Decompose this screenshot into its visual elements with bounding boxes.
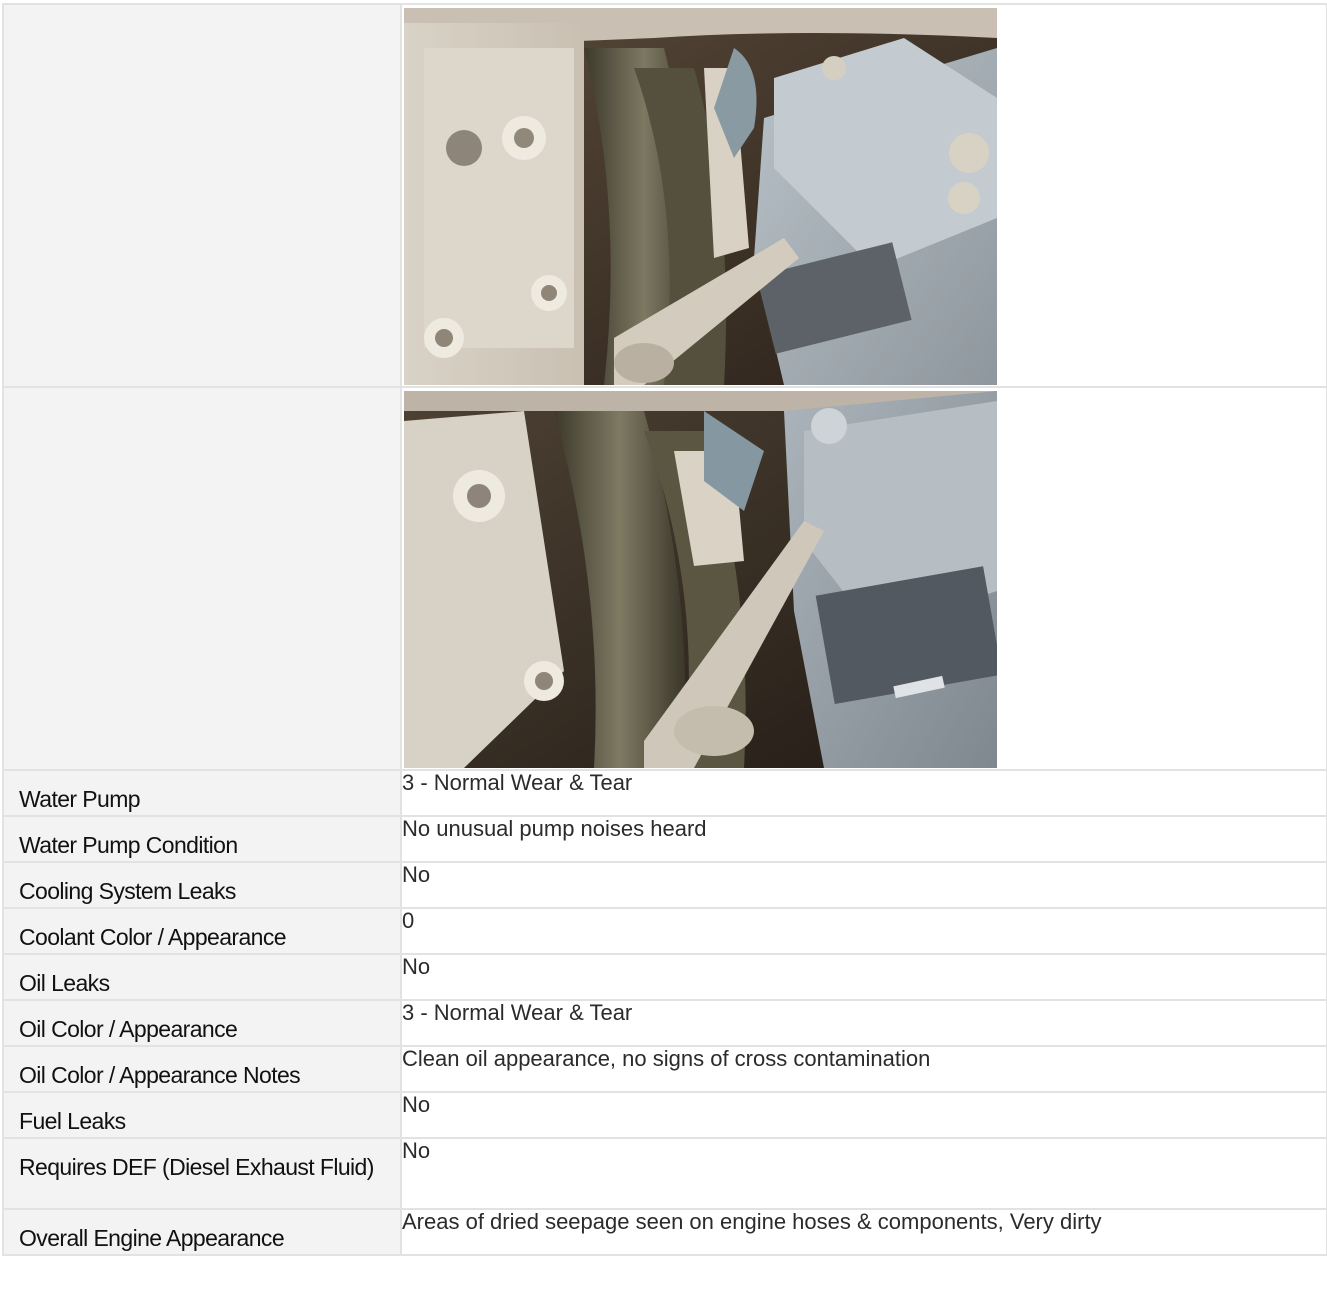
row-label: Oil Color / Appearance Notes (2, 1045, 402, 1093)
row-label: Fuel Leaks (2, 1091, 402, 1139)
row-label: Oil Color / Appearance (2, 999, 402, 1047)
row-label: Coolant Color / Appearance (2, 907, 402, 955)
row-label: Cooling System Leaks (2, 861, 402, 909)
table-row: Cooling System Leaks No (2, 861, 1327, 909)
row-value: 3 - Normal Wear & Tear (400, 999, 1327, 1047)
row-value: No (400, 953, 1327, 1001)
photo-row (2, 3, 1327, 388)
row-value: 3 - Normal Wear & Tear (400, 769, 1327, 817)
table-row: Fuel Leaks No (2, 1091, 1327, 1139)
table-row: Overall Engine Appearance Areas of dried… (2, 1208, 1327, 1256)
row-label: Water Pump Condition (2, 815, 402, 863)
engine-photo-1[interactable] (404, 8, 997, 385)
table-row: Oil Color / Appearance 3 - Normal Wear &… (2, 999, 1327, 1047)
row-label: Overall Engine Appearance (2, 1208, 402, 1256)
row-label: Oil Leaks (2, 953, 402, 1001)
photo-row (2, 386, 1327, 771)
row-value: No (400, 861, 1327, 909)
inspection-table: Water Pump 3 - Normal Wear & Tear Water … (2, 3, 1327, 1256)
table-row: Water Pump 3 - Normal Wear & Tear (2, 769, 1327, 817)
table-row: Requires DEF (Diesel Exhaust Fluid) No (2, 1137, 1327, 1210)
row-value: No unusual pump noises heard (400, 815, 1327, 863)
row-value: Areas of dried seepage seen on engine ho… (400, 1208, 1327, 1256)
row-value: No (400, 1137, 1327, 1210)
row-label: Requires DEF (Diesel Exhaust Fluid) (2, 1137, 402, 1210)
photo-label-cell (2, 386, 402, 771)
photo-cell (400, 386, 1327, 771)
table-row: Coolant Color / Appearance 0 (2, 907, 1327, 955)
row-value: 0 (400, 907, 1327, 955)
table-row: Oil Leaks No (2, 953, 1327, 1001)
row-label: Water Pump (2, 769, 402, 817)
engine-photo-2[interactable] (404, 391, 997, 768)
row-value: No (400, 1091, 1327, 1139)
row-value: Clean oil appearance, no signs of cross … (400, 1045, 1327, 1093)
photo-label-cell (2, 3, 402, 388)
table-row: Water Pump Condition No unusual pump noi… (2, 815, 1327, 863)
table-row: Oil Color / Appearance Notes Clean oil a… (2, 1045, 1327, 1093)
photo-cell (400, 3, 1327, 388)
